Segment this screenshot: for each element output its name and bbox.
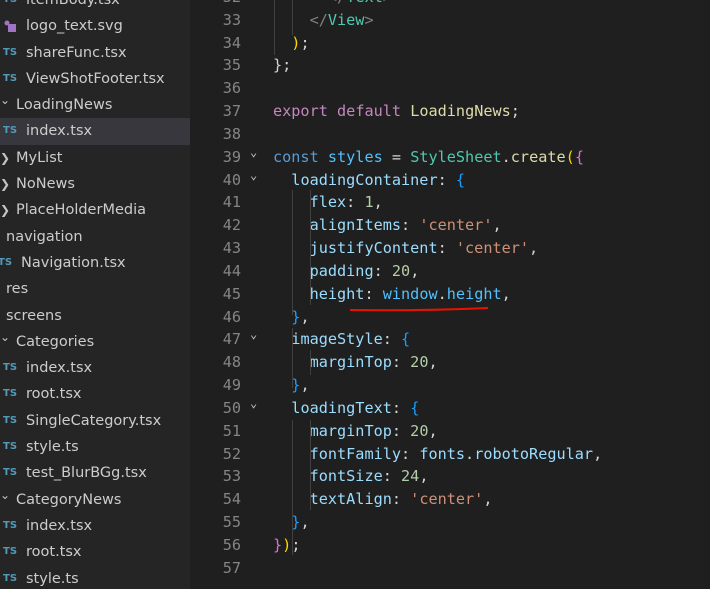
tree-item-label: CategoryNews: [16, 491, 122, 508]
tree-item[interactable]: TS index.tsx: [0, 355, 190, 381]
tree-item-label: index.tsx: [26, 123, 93, 140]
typescript-file-icon: TS: [0, 256, 13, 268]
tree-item[interactable]: ⌄ Categories: [0, 329, 190, 355]
tree-item-label: NoNews: [16, 176, 75, 193]
tree-item[interactable]: ❯ MyList: [0, 145, 190, 171]
red-underline-annotation: [349, 307, 489, 312]
typescript-file-icon: TS: [3, 546, 18, 558]
typescript-file-icon: TS: [3, 414, 18, 426]
file-explorer: TS itemBody.tsx logo_text.svg TS shareFunc.t…: [0, 0, 190, 589]
tree-item-label: Categories: [16, 333, 95, 350]
tree-item[interactable]: screens: [0, 303, 190, 329]
tree-item[interactable]: TS SingleCategory.tsx: [0, 408, 190, 434]
typescript-file-icon: TS: [3, 362, 18, 374]
tree-item[interactable]: navigation: [0, 224, 190, 250]
tree-item-label: itemBody.tsx: [26, 0, 120, 8]
typescript-file-icon: TS: [3, 125, 18, 137]
indent-guide: [310, 350, 311, 375]
underline-stroke: [349, 307, 489, 312]
indent-guide: [292, 190, 293, 315]
chevron-right-icon[interactable]: ❯: [0, 171, 10, 197]
svg-file-icon: [4, 20, 16, 33]
tree-item-label: screens: [6, 307, 62, 324]
tree-item[interactable]: ⌄ CategoryNews: [0, 487, 190, 513]
tree-item[interactable]: TS shareFunc.tsx: [0, 40, 190, 66]
chevron-right-icon[interactable]: ❯: [0, 145, 10, 171]
tree-item-label: MyList: [16, 149, 63, 166]
tree-item-label: res: [6, 281, 29, 298]
tree-item[interactable]: res: [0, 276, 190, 302]
tree-item-label: navigation: [6, 228, 83, 245]
indent-guide: [274, 0, 275, 55]
tree-item-label: style.ts: [26, 439, 79, 456]
tree-item-label: test_BlurBGg.tsx: [26, 465, 147, 482]
tree-item-label: PlaceHolderMedia: [16, 202, 146, 219]
file-tree: TS itemBody.tsx logo_text.svg TS shareFunc.t…: [0, 0, 190, 589]
indent-guide: [292, 328, 293, 388]
tree-item-label: style.ts: [26, 570, 79, 587]
typescript-file-icon: TS: [3, 388, 18, 400]
tree-item-label: SingleCategory.tsx: [26, 412, 162, 429]
indent-guide: [292, 0, 293, 35]
tree-item[interactable]: logo_text.svg: [0, 13, 190, 39]
typescript-file-icon: TS: [3, 0, 17, 13]
tree-item-label: logo_text.svg: [26, 18, 123, 35]
tree-item[interactable]: TS index.tsx: [0, 513, 190, 539]
typescript-file-icon: TS: [3, 441, 18, 453]
tree-item[interactable]: TS index.tsx: [0, 118, 190, 145]
typescript-file-icon: TS: [3, 46, 18, 58]
chevron-right-icon[interactable]: ❯: [0, 197, 10, 223]
tree-item[interactable]: ❯ NoNews: [0, 171, 190, 197]
indent-guide: [310, 190, 311, 305]
tree-item-label: Navigation.tsx: [21, 254, 126, 271]
tree-item-label: root.tsx: [26, 386, 82, 403]
tree-item-label: ViewShotFooter.tsx: [26, 70, 165, 87]
tree-item-label: shareFunc.tsx: [26, 44, 127, 61]
tree-item[interactable]: TS style.ts: [0, 434, 190, 460]
tree-item[interactable]: TS itemBody.tsx: [0, 0, 190, 13]
tree-item[interactable]: TS style.ts: [0, 566, 190, 589]
tree-item[interactable]: ⌄ LoadingNews: [0, 92, 190, 118]
tree-item[interactable]: TS test_BlurBGg.tsx: [0, 460, 190, 486]
chevron-down-icon[interactable]: ⌄: [0, 87, 10, 113]
tree-item[interactable]: TS ViewShotFooter.tsx: [0, 66, 190, 92]
tree-item-label: root.tsx: [26, 544, 82, 561]
tree-item[interactable]: ❯ PlaceHolderMedia: [0, 197, 190, 223]
tree-item[interactable]: TS root.tsx: [0, 381, 190, 407]
tree-item-label: LoadingNews: [16, 97, 113, 114]
typescript-file-icon: TS: [3, 572, 18, 584]
tree-item-label: index.tsx: [26, 517, 93, 534]
tree-item-label: index.tsx: [26, 360, 93, 377]
indent-guide: [292, 420, 293, 555]
code-editor[interactable]: 32 </Text>33 </View>34 );35};3637export …: [190, 0, 710, 589]
tree-item[interactable]: TS Navigation.tsx: [0, 250, 190, 276]
tree-item[interactable]: TS root.tsx: [0, 539, 190, 565]
typescript-file-icon: TS: [3, 519, 18, 531]
indent-guide: [310, 420, 311, 510]
chevron-down-icon[interactable]: ⌄: [0, 482, 10, 508]
chevron-down-icon[interactable]: ⌄: [0, 324, 10, 350]
